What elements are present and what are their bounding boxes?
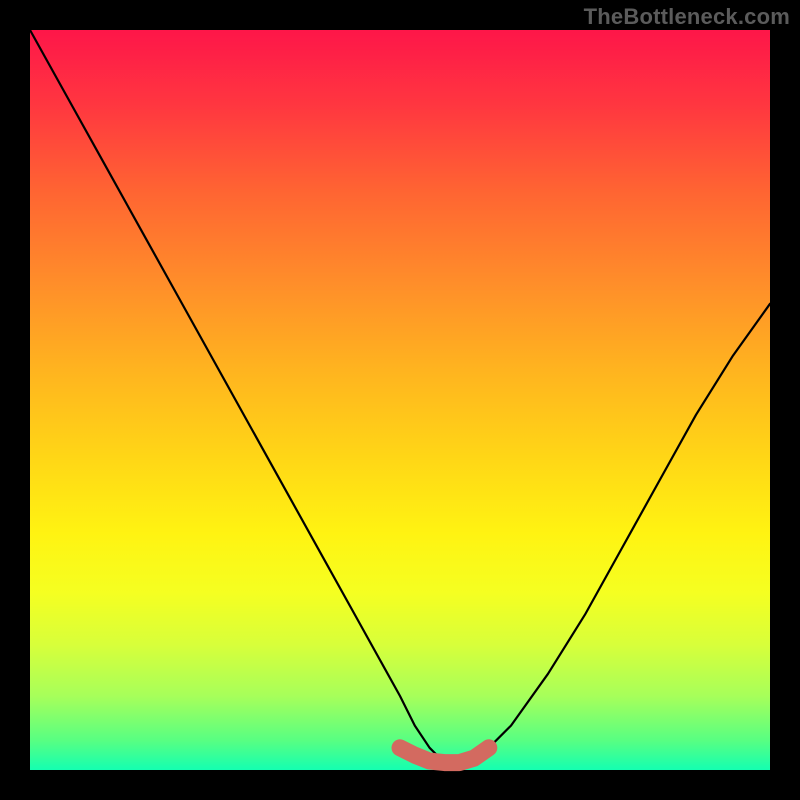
- plot-area: [30, 30, 770, 770]
- optimal-valley-highlight: [400, 748, 489, 763]
- watermark-text: TheBottleneck.com: [584, 4, 790, 30]
- bottleneck-curve-line: [30, 30, 770, 763]
- chart-svg: [30, 30, 770, 770]
- chart-frame: TheBottleneck.com: [0, 0, 800, 800]
